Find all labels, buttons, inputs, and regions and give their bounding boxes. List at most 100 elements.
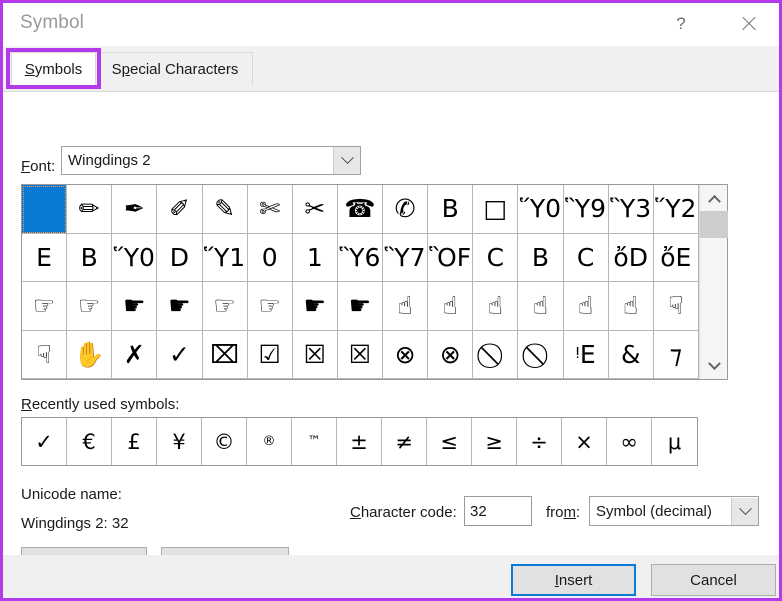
symbol-cell[interactable]: ✏ (67, 185, 112, 234)
symbol-cell[interactable]: ⃠ (518, 331, 563, 380)
chevron-down-icon[interactable] (333, 147, 360, 174)
symbol-cell[interactable]: ὜0 (248, 234, 293, 283)
symbol-cell[interactable]: ☝ (473, 282, 518, 331)
symbol-cell[interactable]: ☞ (67, 282, 112, 331)
symbol-cell[interactable]: ✄ (248, 185, 293, 234)
symbol-cell[interactable]: ☛ (112, 282, 157, 331)
symbol-cell[interactable]: ὜E (22, 234, 67, 283)
symbol-cell[interactable]: ὏C (473, 234, 518, 283)
insert-button[interactable]: Insert (511, 564, 636, 596)
recent-symbol-cell[interactable]: ≥ (472, 418, 517, 465)
symbol-cell[interactable]: Ὓ3 (609, 185, 654, 234)
symbol-cell[interactable]: ὜D (157, 234, 202, 283)
symbol-cell[interactable]: & (609, 331, 654, 380)
symbol-grid-scrollbar[interactable] (699, 185, 727, 379)
symbol-cell[interactable]: ✆ (383, 185, 428, 234)
insert-button-label: Insert (555, 572, 593, 589)
symbol-cell[interactable]: ☟ (22, 331, 67, 380)
symbol-cell[interactable]: ☞ (22, 282, 67, 331)
symbol-cell[interactable]: ☝ (609, 282, 654, 331)
symbol-cell[interactable]: Ὕ0 (112, 234, 157, 283)
recent-symbol-cell[interactable]: × (562, 418, 607, 465)
symbol-cell[interactable]: Ὓ6 (338, 234, 383, 283)
symbol-cell[interactable]: ☞ (203, 282, 248, 331)
symbol-cell[interactable]: ☞ (248, 282, 293, 331)
symbol-cell[interactable]: ☛ (293, 282, 338, 331)
recent-symbol-cell[interactable]: ± (337, 418, 382, 465)
symbol-cell[interactable]: ☎ (338, 185, 383, 234)
symbol-cell[interactable]: ὄD (609, 234, 654, 283)
symbol-cell[interactable]: ✒ (112, 185, 157, 234)
symbol-cell[interactable]: ⌧ (203, 331, 248, 380)
symbol-cell[interactable]: Ὕ1 (203, 234, 248, 283)
from-dropdown[interactable]: Symbol (decimal) (589, 496, 759, 526)
scrollbar-thumb[interactable] (700, 211, 728, 238)
symbol-cell[interactable]: ⊗ (383, 331, 428, 380)
tab-symbols[interactable]: Symbols (11, 52, 96, 85)
recent-symbol-cell[interactable]: ∞ (607, 418, 652, 465)
close-icon[interactable] (726, 3, 772, 45)
title-bar: Symbol ? (3, 3, 779, 46)
symbol-cell[interactable]: ✐ (157, 185, 202, 234)
recent-symbol-cell[interactable]: μ (652, 418, 697, 465)
recent-symbol-cell[interactable]: € (67, 418, 112, 465)
help-icon[interactable]: ? (658, 3, 704, 45)
symbol-cell[interactable]: ⊗ (428, 331, 473, 380)
symbol-cell[interactable]: ὜1 (293, 234, 338, 283)
symbol-cell[interactable]: ☑ (248, 331, 293, 380)
recent-symbol-cell[interactable]: ® (247, 418, 292, 465)
symbol-cell[interactable]: ☝ (383, 282, 428, 331)
scroll-down-icon[interactable] (700, 353, 728, 379)
tab-special-characters[interactable]: Special Characters (97, 52, 253, 85)
recent-symbol-cell[interactable]: ≤ (427, 418, 472, 465)
recent-symbol-cell[interactable]: ✓ (22, 418, 67, 465)
symbol-cell[interactable]: ὜B (67, 234, 112, 283)
symbol-cell[interactable]: ὚C (564, 234, 609, 283)
from-label: from: (546, 504, 580, 521)
symbol-cell[interactable]: ☟ (654, 282, 699, 331)
symbol-cell[interactable]: ✓ (157, 331, 202, 380)
font-label: Font: (21, 158, 55, 175)
recent-symbol-cell[interactable]: © (202, 418, 247, 465)
symbol-cell[interactable]: ✎ (203, 185, 248, 234)
symbol-cell[interactable]: ☝ (564, 282, 609, 331)
chevron-down-icon[interactable] (731, 498, 758, 525)
symbol-cell[interactable]: ὚B (518, 234, 563, 283)
symbol-cell[interactable]: Ὕ2 (654, 185, 699, 234)
symbol-cell[interactable]: Ὕ0 (518, 185, 563, 234)
character-code-input[interactable] (464, 496, 532, 526)
symbol-cell[interactable]: ☝ (428, 282, 473, 331)
from-dropdown-value: Symbol (decimal) (590, 503, 731, 520)
symbol-cell[interactable]: ☝ (518, 282, 563, 331)
symbol-cell[interactable]: ὋF (428, 234, 473, 283)
symbol-cell[interactable]: Ὓ7 (383, 234, 428, 283)
recent-symbol-cell[interactable]: ¥ (157, 418, 202, 465)
symbol-cell[interactable]: ⁊ (654, 331, 699, 380)
recently-used-grid[interactable]: ✓€£¥©®™±≠≤≥÷×∞μ (21, 417, 698, 466)
symbol-cell[interactable]: ᵎE (564, 331, 609, 380)
symbol-cell[interactable]: ✗ (112, 331, 157, 380)
symbol-dialog: Symbol ? Symbols Special Characters Font… (0, 0, 782, 601)
symbol-cell[interactable]: ✂ (293, 185, 338, 234)
symbol-cell[interactable]: ☒ (293, 331, 338, 380)
symbol-cell[interactable]: ⃠ (473, 331, 518, 380)
symbol-cell[interactable]: ✋ (67, 331, 112, 380)
symbol-cell[interactable]: ☒ (338, 331, 383, 380)
symbol-cell[interactable]: □ (473, 185, 518, 234)
recent-symbol-cell[interactable]: ≠ (382, 418, 427, 465)
recent-symbol-cell[interactable]: £ (112, 418, 157, 465)
cancel-button-label: Cancel (690, 572, 737, 589)
symbol-cell[interactable]: ὄE (654, 234, 699, 283)
symbol-cell[interactable]: ☛ (338, 282, 383, 331)
scroll-up-icon[interactable] (700, 185, 728, 211)
symbol-cell[interactable]: ☛ (157, 282, 202, 331)
unicode-name-label: Unicode name: (21, 486, 122, 503)
symbol-cell[interactable]: ὜B (428, 185, 473, 234)
symbol-grid[interactable]: ✏✒✐✎✄✂☎✆὜B□Ὕ0Ὓ9Ὓ3Ὕ2὜E὜BὝ0὜DὝ1὜0὜1Ὓ6Ὓ7ὋF὏… (22, 185, 699, 379)
cancel-button[interactable]: Cancel (651, 564, 776, 596)
symbol-cell[interactable] (22, 185, 67, 234)
symbol-cell[interactable]: Ὓ9 (564, 185, 609, 234)
recent-symbol-cell[interactable]: ÷ (517, 418, 562, 465)
recent-symbol-cell[interactable]: ™ (292, 418, 337, 465)
font-dropdown[interactable]: Wingdings 2 (61, 146, 361, 175)
